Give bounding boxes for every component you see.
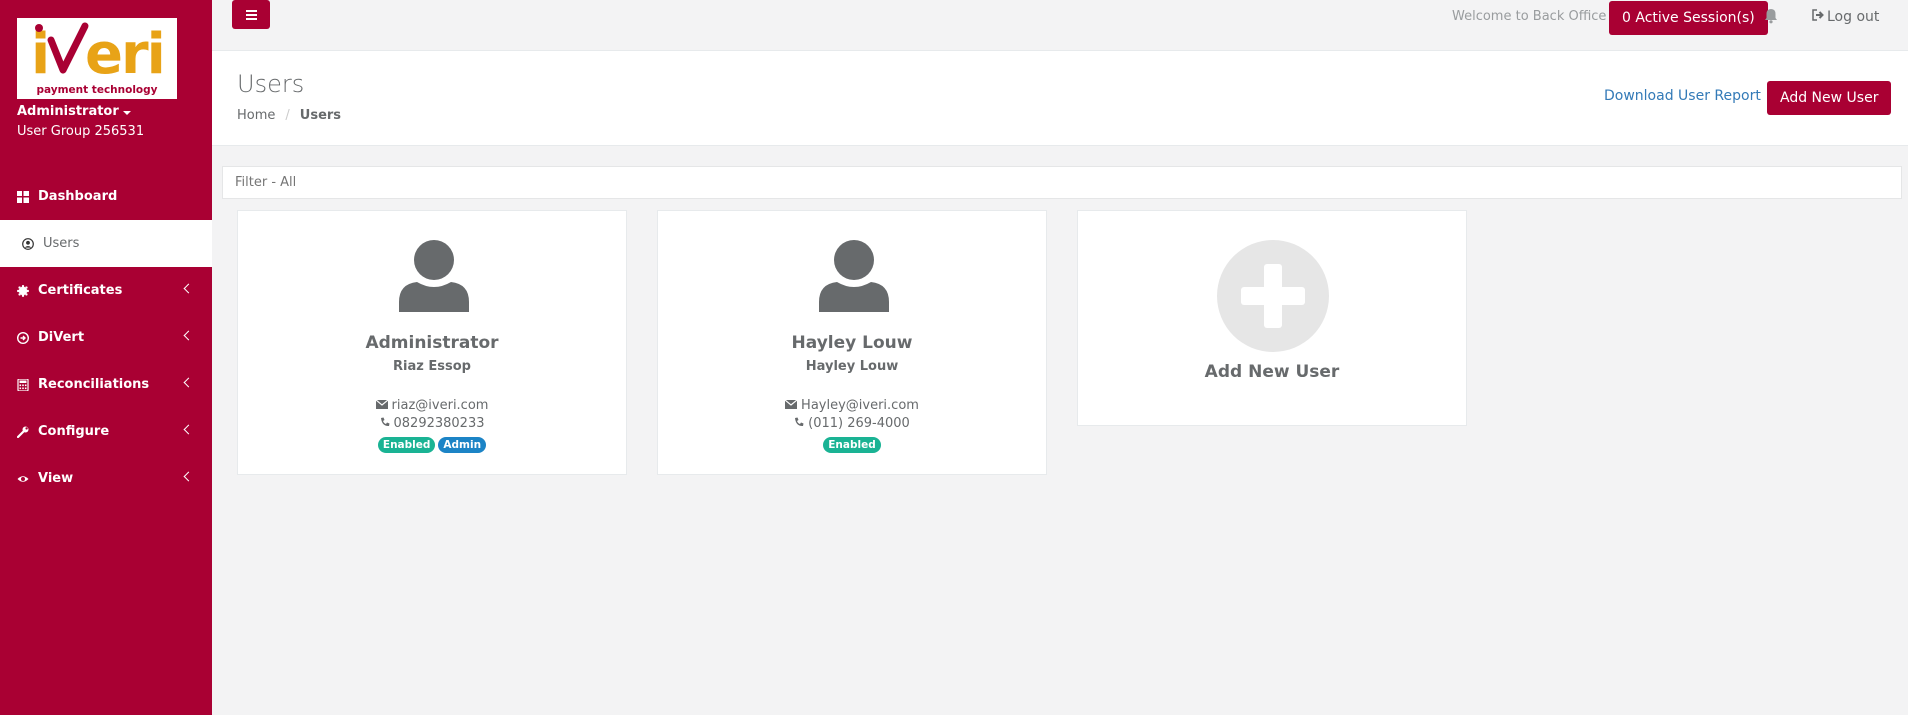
chevron-left-icon — [183, 424, 194, 435]
chevron-left-icon — [183, 377, 194, 388]
logo-tagline: payment technology — [36, 84, 158, 96]
breadcrumb-current: Users — [299, 108, 342, 123]
user-email-row: riaz@iveri.com — [238, 398, 626, 413]
sidebar-item-label: Certificates — [38, 283, 123, 298]
sidebar-item-label: Dashboard — [38, 189, 118, 204]
avatar-icon — [817, 240, 891, 322]
sidebar-item-users[interactable]: Users — [0, 220, 212, 267]
breadcrumb: Home / Users — [237, 108, 341, 123]
sidebar-item-divert[interactable]: DiVert — [0, 314, 212, 361]
user-fullname: Riaz Essop — [393, 359, 471, 374]
sidebar-nav: Dashboard Users Certificates DiVert Reco… — [0, 173, 212, 502]
sidebar-item-configure[interactable]: Configure — [0, 408, 212, 455]
add-user-button[interactable]: Add New User — [1767, 81, 1892, 115]
sign-out-icon — [1812, 9, 1825, 25]
sidebar-item-certificates[interactable]: Certificates — [0, 267, 212, 314]
svg-text:eri: eri — [85, 22, 164, 84]
welcome-text: Welcome to Back Office — [1452, 9, 1607, 24]
logo: i eri payment technology — [17, 18, 177, 99]
add-user-label: Add New User — [1204, 362, 1340, 382]
user-email: riaz@iveri.com — [391, 398, 489, 413]
user-fullname: Hayley Louw — [805, 359, 899, 374]
chevron-left-icon — [183, 330, 194, 341]
menu-toggle-button[interactable] — [232, 0, 270, 29]
breadcrumb-home[interactable]: Home — [237, 108, 275, 123]
sidebar-item-label: View — [38, 471, 74, 486]
caret-down-icon — [122, 110, 131, 115]
user-circle-icon — [22, 237, 34, 250]
sidebar-item-reconciliations[interactable]: Reconciliations — [0, 361, 212, 408]
divert-icon — [17, 331, 29, 344]
wrench-icon — [17, 426, 29, 438]
page-title: Users — [237, 70, 305, 98]
add-user-card[interactable]: Add New User — [1077, 210, 1467, 426]
phone-icon — [380, 416, 390, 431]
user-phone-row: (011) 269-4000 — [658, 416, 1046, 431]
topbar: Welcome to Back Office 0 Active Session(… — [212, 0, 1908, 51]
profile-name: Administrator — [17, 104, 119, 119]
user-card[interactable]: Administrator Riaz Essop riaz@iveri.com … — [237, 210, 627, 475]
sidebar-item-label: DiVert — [38, 330, 85, 345]
chevron-left-icon — [183, 471, 194, 482]
sidebar-item-dashboard[interactable]: Dashboard — [0, 173, 212, 220]
active-sessions-button[interactable]: 0 Active Session(s) — [1609, 1, 1768, 35]
hamburger-icon — [245, 13, 257, 16]
certificate-icon — [17, 284, 29, 297]
sidebar-item-label: Users — [43, 236, 80, 251]
user-email: Hayley@iveri.com — [801, 398, 919, 413]
status-badge: Enabled — [823, 437, 881, 453]
role-badge: Admin — [438, 437, 487, 453]
profile-dropdown[interactable]: Administrator — [17, 104, 131, 119]
breadcrumb-separator: / — [285, 108, 290, 123]
filter-input[interactable] — [222, 166, 1902, 199]
page-heading: Users Home / Users Download User Report … — [212, 51, 1908, 146]
phone-icon — [794, 416, 804, 431]
logout-link[interactable]: Log out — [1812, 9, 1879, 25]
chevron-left-icon — [183, 283, 194, 294]
profile-group: User Group 256531 — [17, 124, 145, 139]
download-report-link[interactable]: Download User Report — [1604, 88, 1761, 104]
user-badges: Enabled — [658, 437, 1046, 453]
calculator-icon — [17, 378, 29, 391]
user-name: Hayley Louw — [791, 333, 913, 353]
user-phone: (011) 269-4000 — [808, 416, 910, 431]
status-badge: Enabled — [377, 437, 436, 453]
eye-icon — [17, 473, 29, 485]
envelope-icon — [375, 398, 388, 413]
envelope-icon — [784, 398, 798, 413]
user-phone: 08292380233 — [393, 416, 485, 431]
user-card[interactable]: Hayley Louw Hayley Louw Hayley@iveri.com… — [657, 210, 1047, 475]
bell-icon[interactable] — [1764, 8, 1778, 24]
plus-icon — [1217, 240, 1329, 352]
user-email-row: Hayley@iveri.com — [658, 398, 1046, 413]
user-badges: Enabled Admin — [238, 437, 626, 453]
user-name: Administrator — [365, 333, 499, 353]
logout-label: Log out — [1827, 9, 1880, 25]
sidebar-item-label: Configure — [38, 424, 110, 439]
dashboard-icon — [17, 190, 29, 203]
user-phone-row: 08292380233 — [238, 416, 626, 431]
avatar-icon — [397, 240, 471, 322]
sidebar-item-view[interactable]: View — [0, 455, 212, 502]
sidebar: i eri payment technology Administrator U… — [0, 0, 212, 715]
sidebar-item-label: Reconciliations — [38, 377, 150, 392]
